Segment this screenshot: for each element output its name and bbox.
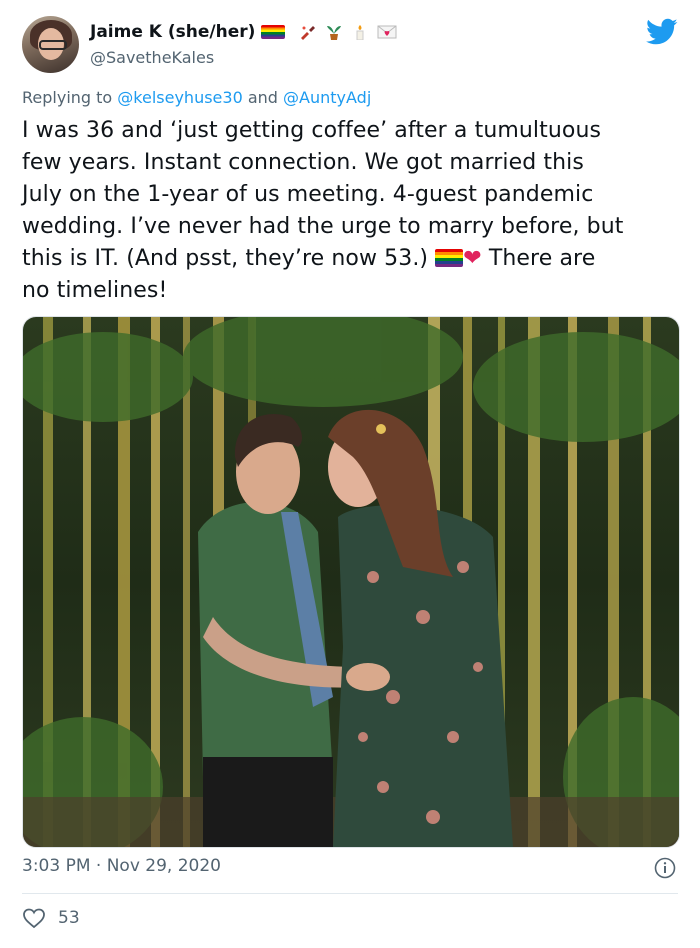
info-icon[interactable]	[654, 857, 676, 879]
mention-link[interactable]: @kelseyhuse30	[117, 88, 242, 107]
twitter-logo-icon[interactable]	[646, 18, 678, 46]
tweet-text-segment: There are	[488, 246, 596, 271]
author-name-row: Jaime K (she/her)	[90, 22, 397, 42]
rainbow-flag-icon	[435, 249, 464, 267]
potted-plant-icon	[325, 24, 343, 40]
tweet-text-line: no timelines!	[22, 278, 168, 303]
profile-emojis	[299, 24, 397, 41]
like-count: 53	[58, 908, 80, 928]
tweet-text-line: few years. Instant connection. We got ma…	[22, 150, 584, 175]
nail-polish-icon	[299, 24, 317, 40]
like-section[interactable]: 53	[22, 907, 80, 929]
tweet-body: I was 36 and ‘just getting coffee’ after…	[22, 115, 682, 307]
reply-connector: and	[247, 88, 278, 107]
tweet-text-line: wedding. I’ve never had the urge to marr…	[22, 214, 624, 239]
reply-prefix: Replying to	[22, 88, 113, 107]
tweet-text-line: I was 36 and ‘just getting coffee’ after…	[22, 118, 602, 143]
handle[interactable]: @SavetheKales	[90, 48, 214, 67]
tweet-text-line: this is IT. (And psst, they’re now 53.) …	[22, 243, 682, 275]
heart-outline-icon[interactable]	[22, 907, 46, 929]
love-letter-icon	[377, 24, 397, 40]
candle-icon	[351, 24, 369, 41]
tweet-card: Jaime K (she/her) @SavetheKales Replying…	[0, 0, 700, 948]
red-heart-icon: ❤	[463, 246, 482, 271]
rainbow-flag-icon	[261, 25, 286, 39]
tweet-text-segment: this is IT. (And psst, they’re now 53.)	[22, 246, 429, 271]
reply-context: Replying to @kelseyhuse30 and @AuntyAdj	[22, 88, 371, 107]
avatar[interactable]	[22, 16, 79, 73]
tweet-timestamp[interactable]: 3:03 PM · Nov 29, 2020	[22, 856, 221, 876]
divider	[22, 893, 678, 894]
tweet-text-line: July on the 1-year of us meeting. 4-gues…	[22, 182, 594, 207]
mention-link[interactable]: @AuntyAdj	[283, 88, 371, 107]
tweet-photo[interactable]	[22, 316, 680, 848]
display-name[interactable]: Jaime K (she/her)	[90, 22, 255, 42]
